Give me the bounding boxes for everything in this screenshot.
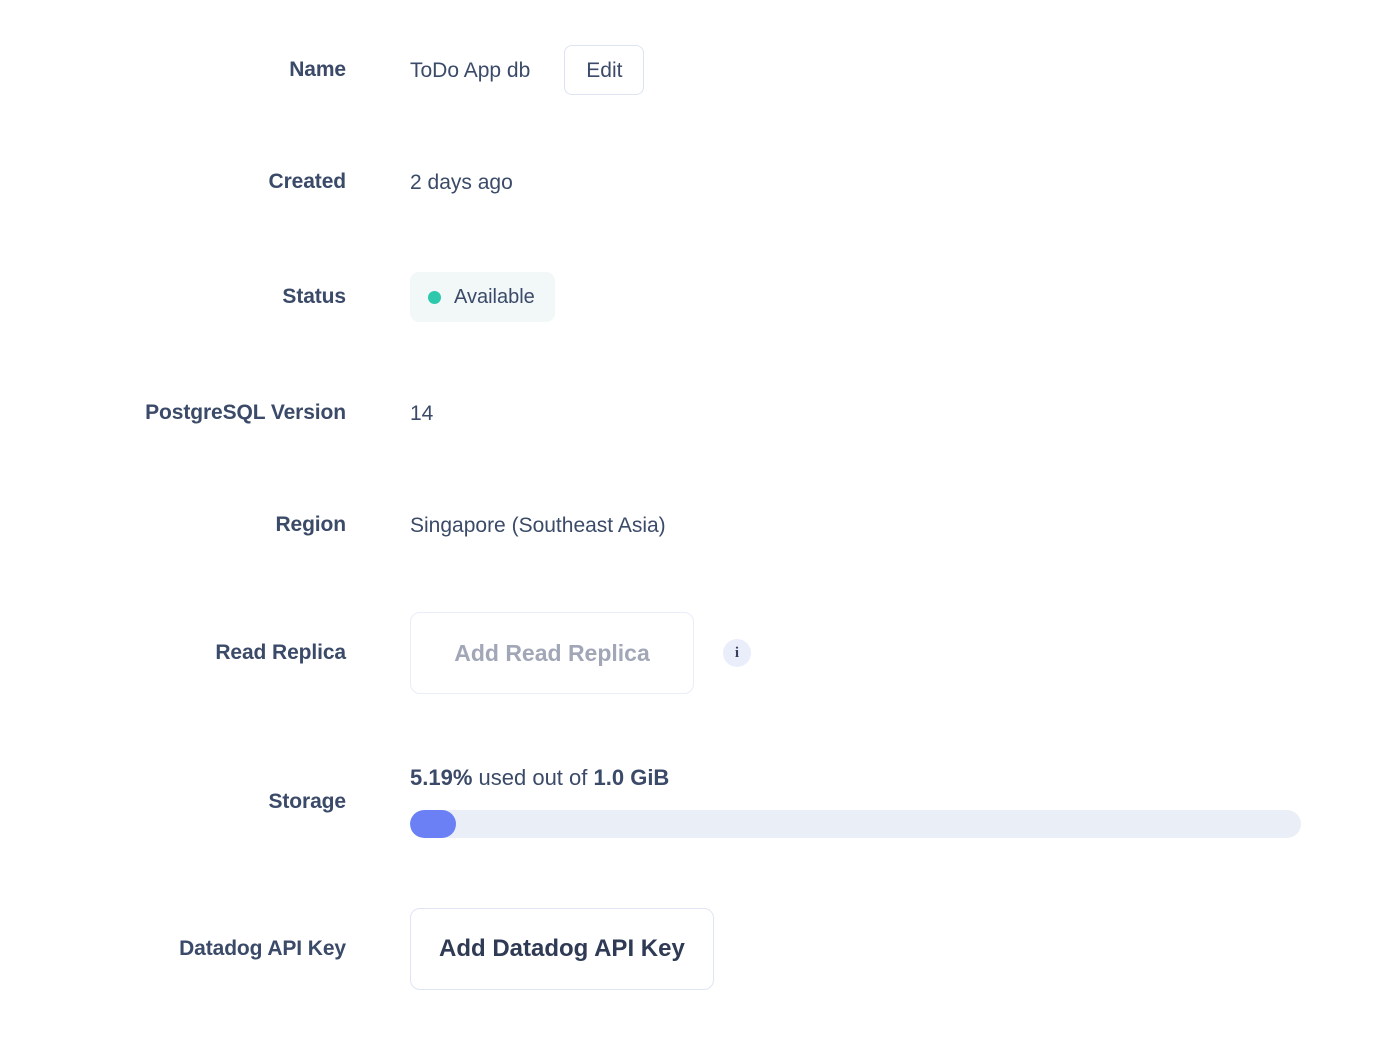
storage-progress-bar xyxy=(410,810,1301,838)
edit-name-button[interactable]: Edit xyxy=(564,45,644,95)
row-label-storage: Storage xyxy=(0,790,346,814)
database-detail-panel: Name ToDo App db Edit Created 2 days ago… xyxy=(0,0,1387,1037)
read-replica-controls: Add Read Replica i xyxy=(410,612,751,694)
detail-row-status: Status Available xyxy=(0,272,1387,322)
row-label-created: Created xyxy=(0,170,346,194)
row-value-postgresql-version: 14 xyxy=(410,403,433,424)
storage-used-percent: 5.19% xyxy=(410,765,472,790)
detail-row-name: Name ToDo App db Edit xyxy=(0,46,1387,94)
row-value-created: 2 days ago xyxy=(410,172,513,193)
status-dot-icon xyxy=(428,291,441,304)
postgresql-version-value: 14 xyxy=(410,403,433,424)
status-badge: Available xyxy=(410,272,555,322)
created-value: 2 days ago xyxy=(410,172,513,193)
detail-row-datadog-api-key: Datadog API Key Add Datadog API Key xyxy=(0,908,1387,990)
info-icon[interactable]: i xyxy=(723,639,751,667)
detail-row-storage: Storage 5.19% used out of 1.0 GiB xyxy=(0,760,1387,844)
row-label-name: Name xyxy=(0,58,346,82)
storage-middle-text: used out of xyxy=(479,765,588,790)
row-value-name: ToDo App db Edit xyxy=(410,45,644,95)
region-value: Singapore (Southeast Asia) xyxy=(410,515,666,536)
row-label-region: Region xyxy=(0,513,346,537)
detail-row-region: Region Singapore (Southeast Asia) xyxy=(0,501,1387,549)
detail-row-read-replica: Read Replica Add Read Replica i xyxy=(0,612,1387,694)
row-label-read-replica: Read Replica xyxy=(0,641,346,665)
storage-total-size: 1.0 GiB xyxy=(594,765,670,790)
row-value-datadog-api-key: Add Datadog API Key xyxy=(410,908,714,990)
add-datadog-api-key-button[interactable]: Add Datadog API Key xyxy=(410,908,714,990)
row-label-postgresql-version: PostgreSQL Version xyxy=(0,401,346,425)
database-name-value: ToDo App db xyxy=(410,60,530,81)
add-read-replica-button[interactable]: Add Read Replica xyxy=(410,612,694,694)
storage-progress-fill xyxy=(410,810,456,838)
detail-row-created: Created 2 days ago xyxy=(0,158,1387,206)
detail-row-postgresql-version: PostgreSQL Version 14 xyxy=(0,389,1387,437)
storage-block: 5.19% used out of 1.0 GiB xyxy=(410,767,1301,838)
row-label-datadog-api-key: Datadog API Key xyxy=(0,937,346,961)
row-value-status: Available xyxy=(410,272,555,322)
row-label-status: Status xyxy=(0,285,346,309)
row-value-read-replica: Add Read Replica i xyxy=(410,612,751,694)
row-value-region: Singapore (Southeast Asia) xyxy=(410,515,666,536)
status-badge-label: Available xyxy=(454,287,535,307)
storage-usage-text: 5.19% used out of 1.0 GiB xyxy=(410,767,1301,789)
